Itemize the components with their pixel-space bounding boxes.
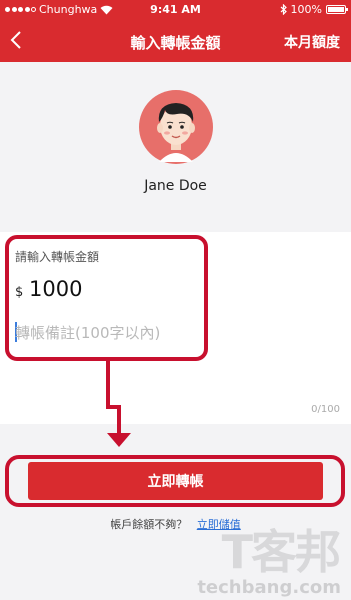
back-button[interactable] xyxy=(10,26,22,55)
balance-prompt: 帳戶餘額不夠？ xyxy=(110,518,188,531)
recipient-name: Jane Doe xyxy=(144,178,207,194)
watermark-logo: T客邦 xyxy=(221,525,341,579)
arrow-down-icon xyxy=(107,433,131,447)
transfer-form: 請輸入轉帳金額 $ 1000 0/100 xyxy=(0,232,351,424)
watermark-site: techbang.com xyxy=(197,577,341,598)
amount-input[interactable]: 1000 xyxy=(29,277,82,301)
bluetooth-icon xyxy=(280,4,287,15)
avatar-icon xyxy=(139,90,213,164)
memo-char-count: 0/100 xyxy=(311,404,340,415)
chevron-left-icon xyxy=(10,31,21,49)
memo-input[interactable] xyxy=(15,322,335,344)
annotation-arrow-shaft xyxy=(106,361,110,409)
battery-icon xyxy=(326,5,348,14)
navigation-bar: 輸入轉帳金額 本月額度 xyxy=(0,20,351,62)
recipient-profile: Jane Doe xyxy=(0,62,351,230)
amount-label: 請輸入轉帳金額 xyxy=(15,250,100,264)
watermark: T客邦 techbang.com xyxy=(197,516,347,598)
status-bar: Chunghwa 9:41 AM 100% xyxy=(0,0,351,20)
monthly-limit-button[interactable]: 本月額度 xyxy=(284,32,340,52)
currency-symbol: $ xyxy=(15,285,24,300)
status-right: 100% xyxy=(280,3,348,16)
battery-percent: 100% xyxy=(290,3,322,16)
transfer-now-button[interactable]: 立即轉帳 xyxy=(28,462,323,500)
